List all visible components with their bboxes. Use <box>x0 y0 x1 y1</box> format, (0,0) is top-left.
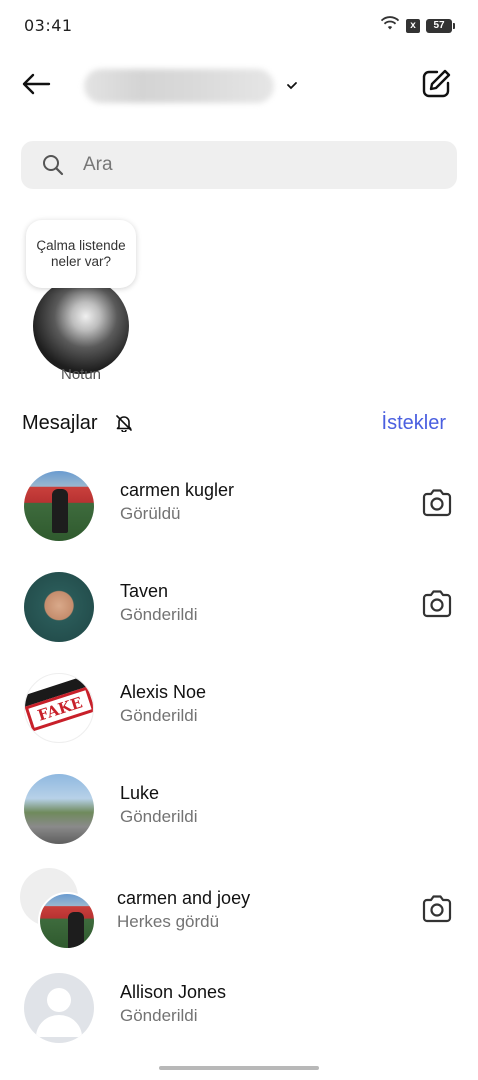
conversation-item[interactable]: carmen kugler Görüldü <box>0 456 478 556</box>
conversation-name: Allison Jones <box>120 982 227 1002</box>
conversation-item[interactable]: Luke Gönderildi <box>0 759 478 859</box>
status-icons: x 57 <box>380 15 455 36</box>
battery-icon: 57 <box>426 18 455 33</box>
requests-link[interactable]: İstekler <box>382 412 446 435</box>
sim-off-icon: x <box>406 18 420 33</box>
conversation-status: Gönderildi <box>120 807 198 826</box>
note-bubble[interactable]: Çalma listende neler var? <box>26 220 136 288</box>
search-bar[interactable] <box>21 141 457 189</box>
chevron-down-icon[interactable] <box>286 78 298 96</box>
compose-icon <box>420 68 452 105</box>
avatar[interactable] <box>24 572 94 642</box>
conversation-item[interactable]: FAKE Alexis Noe Gönderildi <box>0 658 478 758</box>
avatar[interactable] <box>24 471 94 541</box>
avatar[interactable]: FAKE <box>24 673 94 743</box>
conversation-name: carmen and joey <box>117 888 251 908</box>
note-label: Notun <box>60 366 102 383</box>
search-input[interactable] <box>83 154 423 176</box>
conversation-status: Gönderildi <box>120 605 198 624</box>
camera-button[interactable] <box>420 894 454 928</box>
camera-icon <box>421 589 453 624</box>
conversation-item[interactable]: Taven Gönderildi <box>0 557 478 657</box>
avatar[interactable] <box>24 973 94 1043</box>
back-button[interactable] <box>18 70 54 102</box>
camera-icon <box>421 894 453 929</box>
messages-title: Mesajlar <box>22 412 98 434</box>
my-avatar[interactable] <box>33 278 129 374</box>
status-time: 03:41 <box>24 16 73 35</box>
conversation-status: Görüldü <box>120 504 181 523</box>
camera-button[interactable] <box>420 488 454 522</box>
header <box>0 60 478 112</box>
camera-button[interactable] <box>420 589 454 623</box>
status-bar: 03:41 x 57 <box>0 0 478 50</box>
account-name-redacted <box>84 69 274 103</box>
conversation-name: Taven <box>120 581 169 601</box>
account-switcher[interactable] <box>84 66 284 106</box>
conversation-status: Gönderildi <box>120 1006 198 1025</box>
conversation-name: Alexis Noe <box>120 682 207 702</box>
arrow-left-icon <box>21 73 51 100</box>
camera-icon <box>421 488 453 523</box>
wifi-icon <box>380 15 400 36</box>
conversation-status: Herkes gördü <box>117 912 220 931</box>
conversation-name: carmen kugler <box>120 480 235 500</box>
default-profile-icon <box>24 988 94 1043</box>
conversation-name: Luke <box>120 783 160 803</box>
search-icon <box>41 153 65 177</box>
my-note[interactable]: Çalma listende neler var? Notun <box>24 218 144 388</box>
new-message-button[interactable] <box>418 68 454 104</box>
home-indicator[interactable] <box>159 1066 319 1070</box>
conversation-item[interactable]: carmen and joey Herkes gördü <box>0 860 478 960</box>
group-avatar-front[interactable] <box>38 892 96 950</box>
bell-off-icon <box>115 414 133 433</box>
conversation-status: Gönderildi <box>120 706 198 725</box>
avatar[interactable] <box>24 774 94 844</box>
messages-section-header: Mesajlar İstekler <box>22 408 452 440</box>
conversation-item[interactable]: Allison Jones Gönderildi <box>0 958 478 1058</box>
